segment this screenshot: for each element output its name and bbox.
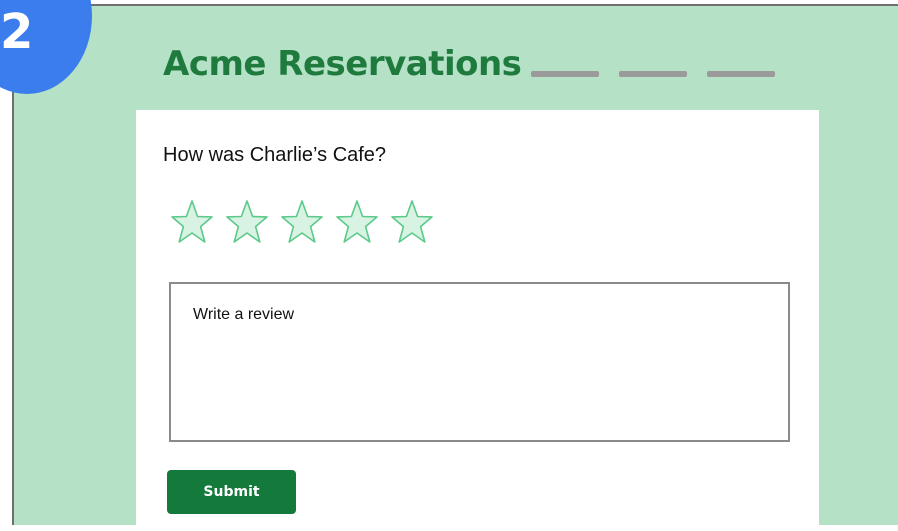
nav-placeholder-1[interactable] <box>531 71 599 77</box>
star-rating[interactable] <box>170 198 434 248</box>
star-5-icon[interactable] <box>390 198 434 246</box>
brand-logo[interactable]: Acme Reservations <box>163 36 522 92</box>
review-question: How was Charlie’s Cafe? <box>163 144 387 166</box>
nav-placeholder-3[interactable] <box>707 71 775 77</box>
star-1-icon[interactable] <box>170 198 214 246</box>
step-number: 2 <box>0 4 34 60</box>
star-4-icon[interactable] <box>335 198 379 246</box>
review-card: How was Charlie’s Cafe? Submit <box>136 110 819 531</box>
star-3-icon[interactable] <box>280 198 324 246</box>
app-window: Acme Reservations How was Charlie’s Cafe… <box>12 4 898 531</box>
review-textarea[interactable] <box>169 282 790 442</box>
star-2-icon[interactable] <box>225 198 269 246</box>
submit-button[interactable]: Submit <box>167 470 296 514</box>
nav-placeholder-2[interactable] <box>619 71 687 77</box>
